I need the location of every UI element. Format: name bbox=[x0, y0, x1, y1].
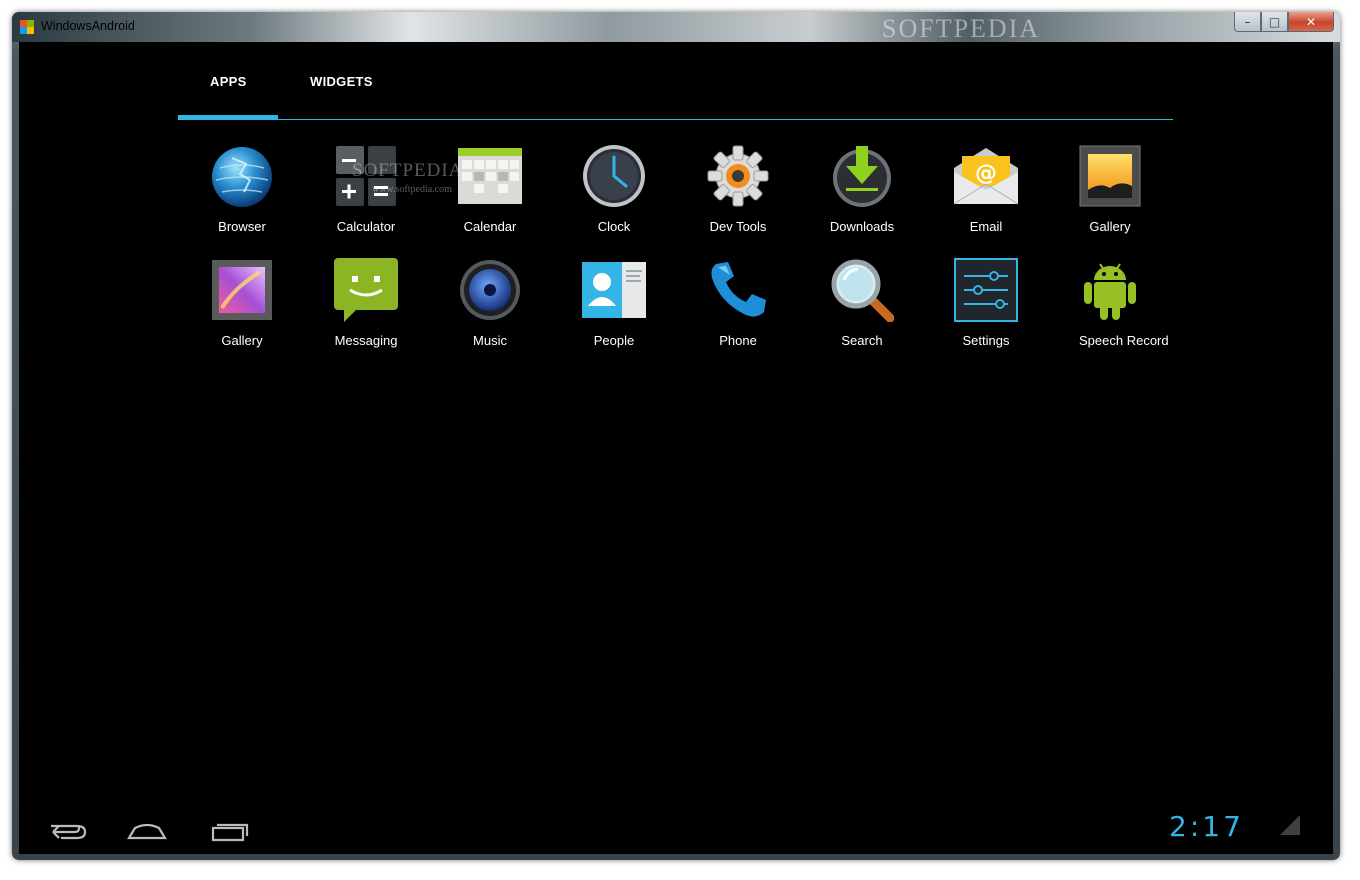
app-label: Phone bbox=[719, 333, 757, 348]
navigation-bar: 2:17 bbox=[19, 802, 1333, 854]
watermark-url: www.softpedia.com bbox=[372, 184, 452, 195]
app-dev-tools[interactable]: Dev Tools bbox=[676, 134, 800, 238]
app-label: People bbox=[593, 333, 635, 348]
status-clock: 2:17 bbox=[1169, 810, 1244, 843]
app-drawer-tabs: APPS WIDGETS bbox=[178, 42, 1173, 120]
app-label: Settings bbox=[962, 333, 1010, 348]
tab-widgets[interactable]: WIDGETS bbox=[310, 74, 373, 89]
app-label: Browser bbox=[218, 219, 266, 234]
clock-icon bbox=[583, 145, 645, 207]
back-icon[interactable] bbox=[37, 810, 97, 850]
tab-apps[interactable]: APPS bbox=[210, 74, 247, 89]
app-label: Calendar bbox=[463, 219, 517, 234]
watermark-text: SOFTPEDIA bbox=[352, 160, 464, 181]
globe-icon bbox=[212, 147, 272, 207]
envelope-icon: @ bbox=[954, 148, 1018, 205]
app-gallery-frame[interactable]: Gallery bbox=[1048, 134, 1172, 238]
download-icon bbox=[833, 146, 891, 207]
app-label: Downloads bbox=[829, 219, 895, 234]
android-screen: APPS WIDGETS Browser Calculator Calendar… bbox=[19, 42, 1333, 854]
signal-icon bbox=[1280, 815, 1300, 835]
close-button[interactable]: ✕ bbox=[1288, 12, 1334, 32]
app-label: Messaging bbox=[334, 333, 398, 348]
app-music[interactable]: Music bbox=[428, 248, 552, 352]
app-label: Search bbox=[841, 333, 883, 348]
app-email[interactable]: @ Email bbox=[924, 134, 1048, 238]
app-messaging[interactable]: Messaging bbox=[304, 248, 428, 352]
app-label: Calculator bbox=[336, 219, 396, 234]
app-window: WindowsAndroid SOFTPEDIA – □ ✕ APPS WIDG… bbox=[12, 12, 1340, 860]
svg-text:@: @ bbox=[975, 161, 997, 186]
magnifier-icon bbox=[831, 259, 894, 322]
maximize-button[interactable]: □ bbox=[1261, 12, 1288, 32]
caption-buttons: – □ ✕ bbox=[1234, 12, 1334, 32]
android-robot-icon bbox=[1084, 263, 1136, 320]
phone-handset-icon bbox=[711, 262, 766, 317]
app-people[interactable]: People bbox=[552, 248, 676, 352]
contact-card-icon bbox=[582, 262, 646, 318]
gear-icon bbox=[707, 145, 769, 207]
calendar-icon bbox=[458, 148, 522, 204]
app-settings[interactable]: Settings bbox=[924, 248, 1048, 352]
app-label: Dev Tools bbox=[709, 219, 767, 234]
app-label: Speech Record bbox=[1079, 333, 1169, 348]
app-speech-recorder[interactable]: Speech Record bbox=[1048, 248, 1172, 352]
recents-icon[interactable] bbox=[199, 810, 259, 850]
title-bar[interactable]: WindowsAndroid SOFTPEDIA – □ ✕ bbox=[12, 12, 1340, 43]
app-label: Clock bbox=[597, 219, 631, 234]
app-browser[interactable]: Browser bbox=[180, 134, 304, 238]
app-label: Gallery bbox=[1089, 219, 1131, 234]
app-search[interactable]: Search bbox=[800, 248, 924, 352]
app-label: Music bbox=[473, 333, 507, 348]
speaker-icon bbox=[460, 260, 520, 320]
window-title: WindowsAndroid bbox=[41, 19, 135, 33]
app-phone[interactable]: Phone bbox=[676, 248, 800, 352]
minimize-button[interactable]: – bbox=[1234, 12, 1261, 32]
app-gallery[interactable]: Gallery bbox=[180, 248, 304, 352]
window-app-icon bbox=[20, 20, 34, 34]
photo-frame-icon bbox=[1079, 145, 1141, 207]
app-label: Gallery bbox=[221, 333, 263, 348]
titlebar-watermark: SOFTPEDIA bbox=[882, 14, 1041, 43]
app-label: Email bbox=[969, 219, 1003, 234]
sliders-icon bbox=[954, 258, 1018, 322]
app-downloads[interactable]: Downloads bbox=[800, 134, 924, 238]
home-icon[interactable] bbox=[117, 810, 177, 850]
speech-bubble-icon bbox=[334, 258, 398, 322]
gallery-icon bbox=[212, 260, 272, 320]
app-clock[interactable]: Clock bbox=[552, 134, 676, 238]
tab-divider bbox=[178, 119, 1173, 120]
softpedia-watermark: SOFTPEDIA www.softpedia.com bbox=[352, 160, 463, 195]
